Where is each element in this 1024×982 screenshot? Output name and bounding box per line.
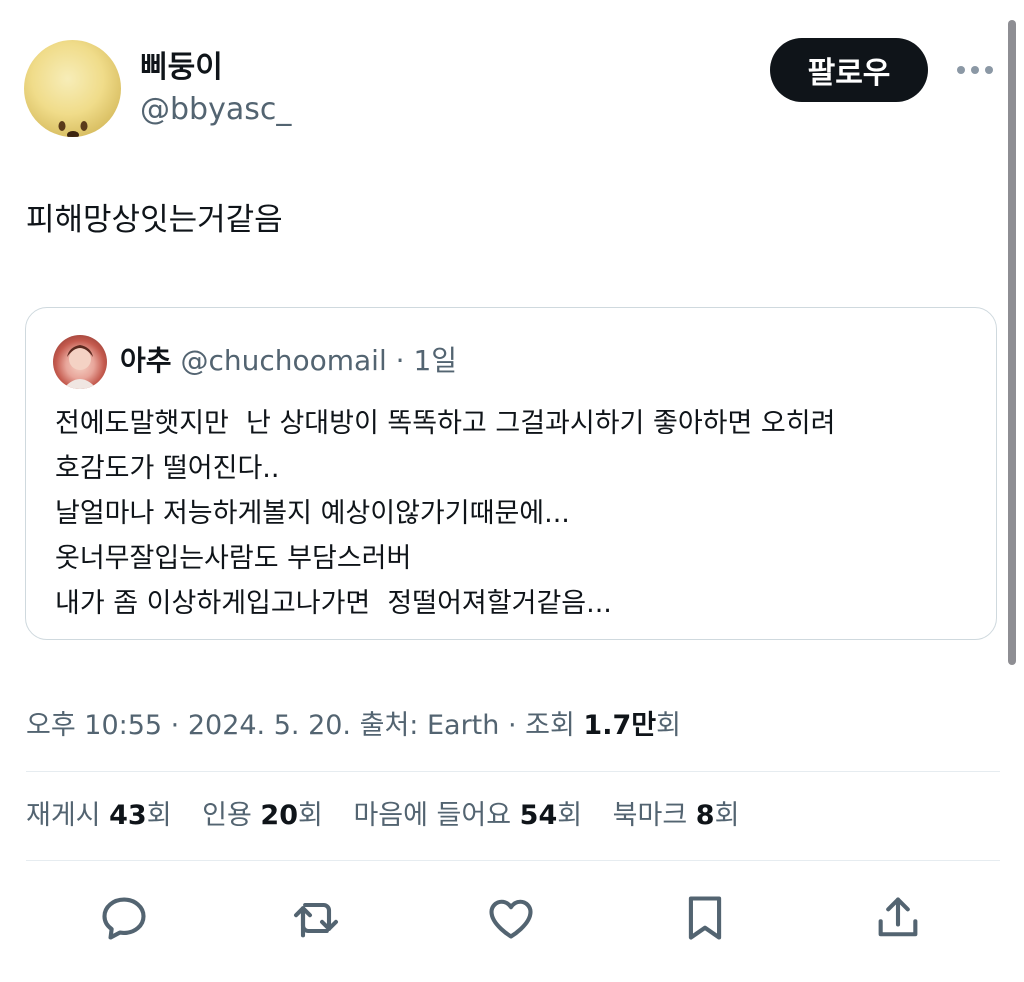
quote-author-avatar — [53, 335, 107, 389]
retweet-button[interactable] — [288, 890, 344, 946]
quote-header: 아추 @chuchoomail · 1일 — [120, 344, 458, 377]
bookmarks-suffix: 회 — [714, 800, 740, 831]
like-icon — [489, 899, 533, 939]
timestamp-time[interactable]: 오후 10:55 — [26, 710, 162, 741]
tweet-timestamp: 오후 10:55 · 2024. 5. 20. 출처: Earth · 조회 1… — [26, 710, 681, 741]
retweets-label: 재게시 — [26, 800, 101, 831]
more-horizontal-icon[interactable] — [955, 62, 995, 78]
likes-suffix: 회 — [557, 800, 583, 831]
dog-face-icon — [58, 121, 88, 137]
likes-count: 54 — [519, 800, 558, 831]
bookmark-button[interactable] — [677, 890, 733, 946]
bookmarks-label: 북마크 — [612, 800, 688, 831]
share-button[interactable] — [870, 890, 926, 946]
quote-text-line: 전에도말햇지만 난 상대방이 똑똑하고 그걸과시하기 좋아하면 오히려 — [55, 408, 836, 439]
divider — [26, 860, 1000, 861]
bookmark-icon — [688, 896, 722, 940]
follow-button[interactable]: 팔로우 — [770, 38, 928, 102]
quotes-count: 20 — [260, 800, 298, 831]
quote-time: 1일 — [413, 344, 458, 377]
engagement-stats: 재게시 43회 인용 20회 마음에 들어요 54회 북마크 8회 — [26, 797, 761, 835]
quote-text: 전에도말햇지만 난 상대방이 똑똑하고 그걸과시하기 좋아하면 오히려 호감도가… — [55, 401, 835, 626]
quotes-stat[interactable]: 인용 20회 — [202, 800, 323, 831]
reply-icon — [102, 897, 146, 940]
share-icon — [878, 897, 918, 937]
retweets-suffix: 회 — [146, 800, 172, 831]
views-count: 1.7만 — [583, 710, 657, 741]
quote-text-line: 내가 좀 이상하게입고나가면 정떨어져할거같음... — [55, 588, 612, 619]
person-photo-icon — [63, 345, 97, 389]
author-handle[interactable]: @bbyasc_ — [140, 92, 291, 128]
retweets-count: 43 — [109, 800, 147, 831]
timestamp-source: 출처: Earth — [359, 710, 500, 741]
retweets-stat[interactable]: 재게시 43회 — [26, 800, 172, 831]
quotes-label: 인용 — [202, 800, 252, 831]
quote-author-name: 아추 — [120, 344, 172, 377]
likes-stat[interactable]: 마음에 들어요 54회 — [353, 800, 582, 831]
scrollbar[interactable] — [1008, 20, 1016, 665]
divider — [26, 771, 1000, 772]
tweet-text: 피해망상잇는거같음 — [26, 202, 283, 238]
quote-author-handle: @chuchoomail — [180, 344, 387, 377]
author-avatar[interactable] — [24, 40, 121, 137]
views-suffix: 회 — [656, 710, 681, 741]
like-button[interactable] — [483, 890, 539, 946]
author-display-name[interactable]: 삐둥이 — [140, 50, 223, 86]
quote-text-line: 호감도가 떨어진다.. — [55, 453, 280, 484]
bookmarks-count: 8 — [695, 800, 715, 831]
retweet-icon — [294, 902, 338, 938]
quote-text-line: 옷너무잘입는사람도 부담스러버 — [55, 543, 412, 574]
reply-button[interactable] — [96, 890, 152, 946]
quotes-suffix: 회 — [298, 800, 323, 831]
tweet-detail-page: 삐둥이 @bbyasc_ 팔로우 피해망상잇는거같음 아추 @chuchooma… — [0, 0, 1024, 982]
views-label: 조회 — [525, 710, 575, 741]
quote-text-line: 날얼마나 저능하게볼지 예상이않가기때문에... — [55, 498, 570, 529]
likes-label: 마음에 들어요 — [353, 800, 512, 831]
bookmarks-stat[interactable]: 북마크 8회 — [613, 800, 740, 831]
timestamp-date[interactable]: 2024. 5. 20. — [188, 710, 351, 741]
